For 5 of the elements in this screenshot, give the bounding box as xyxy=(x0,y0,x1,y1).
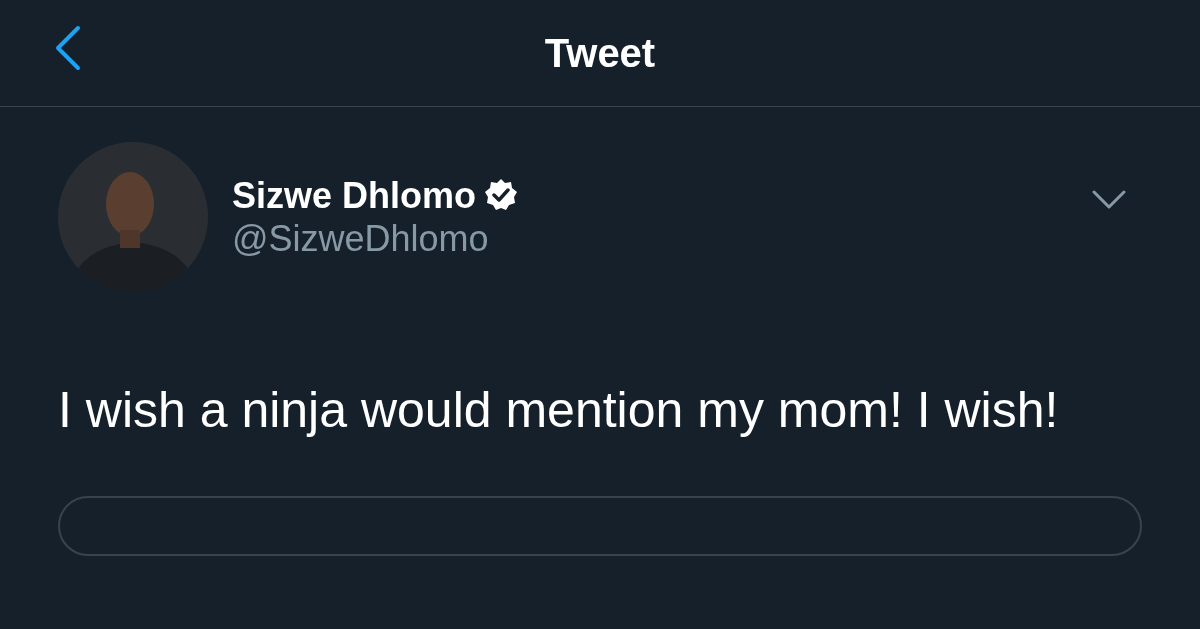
screen-title: Tweet xyxy=(544,30,656,77)
chevron-down-icon[interactable] xyxy=(1092,190,1126,210)
author-handle[interactable]: @SizweDhlomo xyxy=(232,217,1092,261)
author-name[interactable]: Sizwe Dhlomo xyxy=(232,173,477,217)
tweet-text: I wish a ninja would mention my mom! I wish! xyxy=(58,381,1060,440)
